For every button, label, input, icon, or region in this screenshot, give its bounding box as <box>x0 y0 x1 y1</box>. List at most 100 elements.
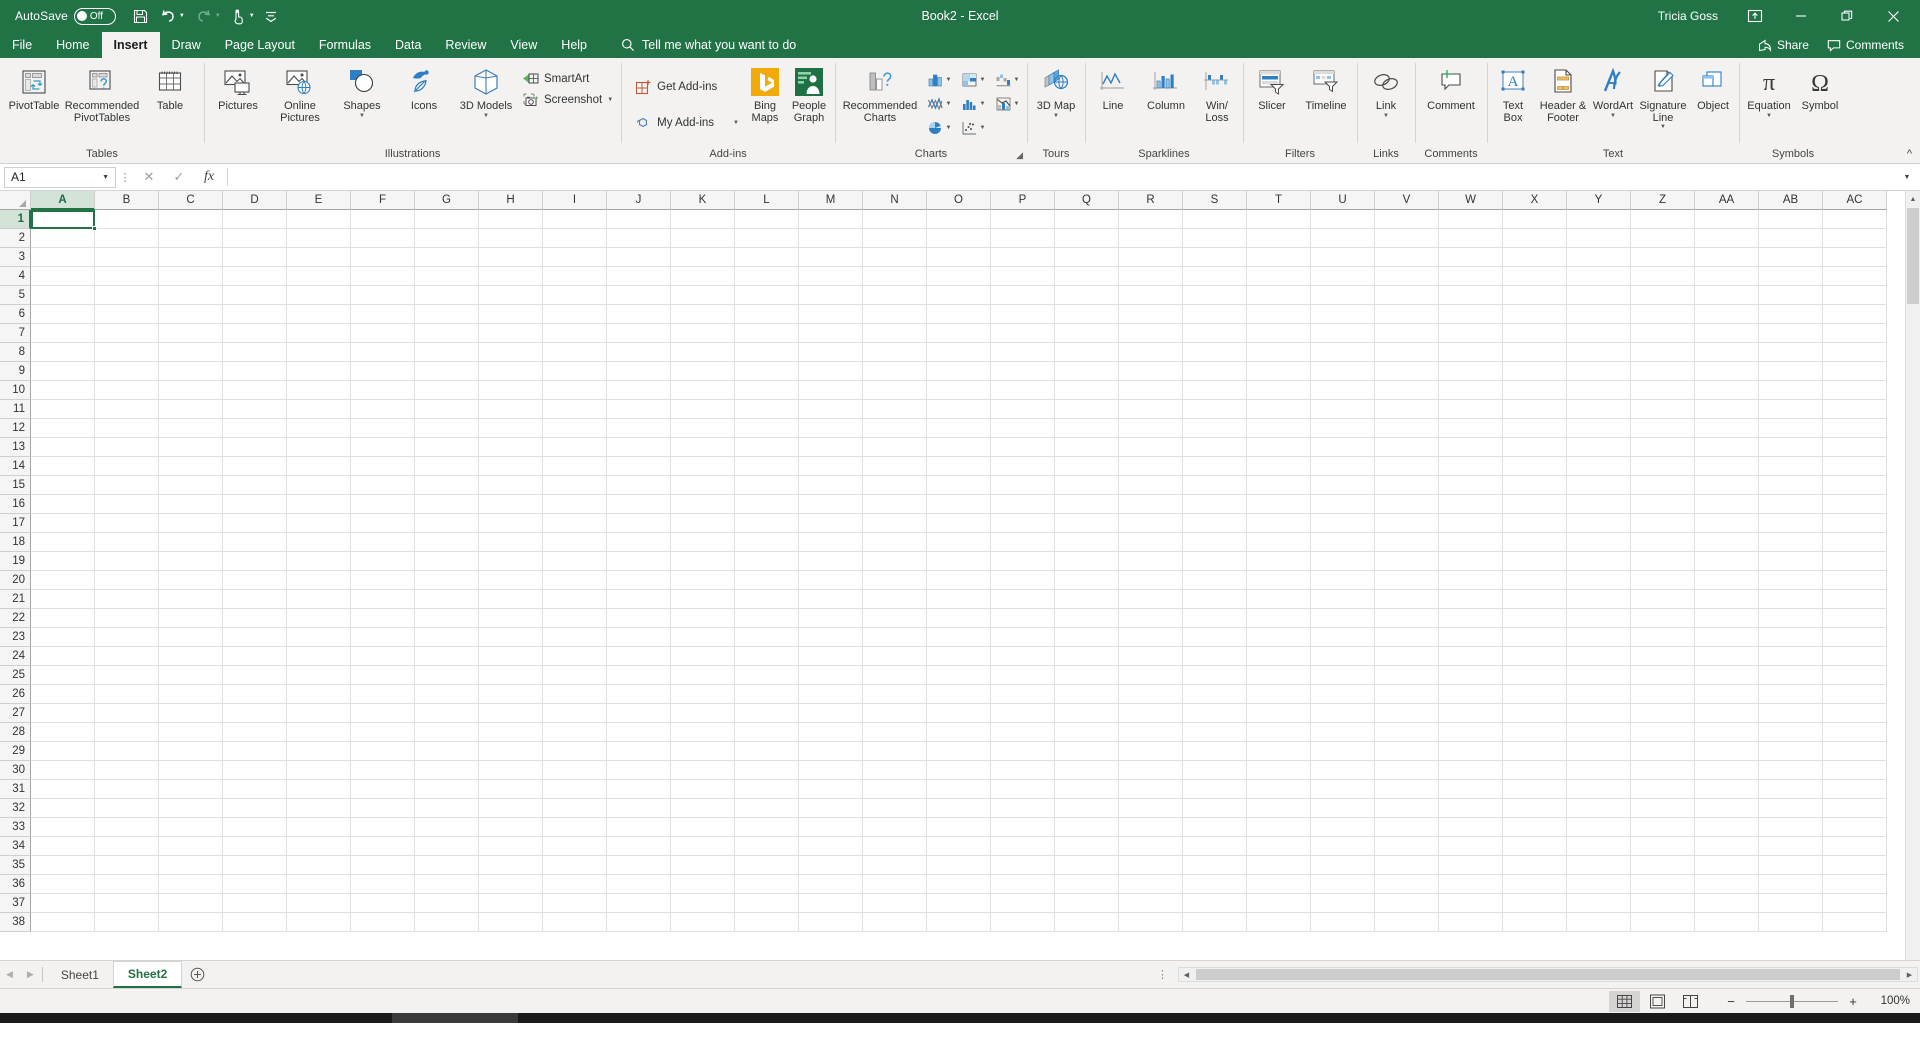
cell-M18[interactable] <box>799 533 863 552</box>
cell-B10[interactable] <box>95 381 159 400</box>
insert-function-button[interactable]: fx <box>194 166 224 188</box>
cell-I26[interactable] <box>543 685 607 704</box>
cell-V27[interactable] <box>1375 704 1439 723</box>
cell-O27[interactable] <box>927 704 991 723</box>
cell-C12[interactable] <box>159 419 223 438</box>
cell-C14[interactable] <box>159 457 223 476</box>
cell-H21[interactable] <box>479 590 543 609</box>
cell-W34[interactable] <box>1439 837 1503 856</box>
cell-N37[interactable] <box>863 894 927 913</box>
cell-U27[interactable] <box>1311 704 1375 723</box>
page-break-preview-button[interactable] <box>1675 991 1706 1012</box>
ribbon-tab-data[interactable]: Data <box>383 32 433 58</box>
cell-G23[interactable] <box>415 628 479 647</box>
cell-T18[interactable] <box>1247 533 1311 552</box>
cell-AA16[interactable] <box>1695 495 1759 514</box>
cell-AA21[interactable] <box>1695 590 1759 609</box>
cell-W14[interactable] <box>1439 457 1503 476</box>
cell-O30[interactable] <box>927 761 991 780</box>
cell-F29[interactable] <box>351 742 415 761</box>
row-header-34[interactable]: 34 <box>0 837 31 856</box>
cell-A37[interactable] <box>31 894 95 913</box>
cell-D34[interactable] <box>223 837 287 856</box>
cell-D5[interactable] <box>223 286 287 305</box>
cell-M19[interactable] <box>799 552 863 571</box>
scroll-right-icon[interactable]: ▶ <box>1902 971 1917 979</box>
cell-M29[interactable] <box>799 742 863 761</box>
cell-T13[interactable] <box>1247 438 1311 457</box>
cell-F11[interactable] <box>351 400 415 419</box>
scatter-chart-caret-icon[interactable]: ▼ <box>980 125 986 131</box>
cell-G12[interactable] <box>415 419 479 438</box>
cell-S30[interactable] <box>1183 761 1247 780</box>
cell-AB17[interactable] <box>1759 514 1823 533</box>
cell-P6[interactable] <box>991 305 1055 324</box>
cell-K27[interactable] <box>671 704 735 723</box>
cell-S36[interactable] <box>1183 875 1247 894</box>
cell-W29[interactable] <box>1439 742 1503 761</box>
cell-T38[interactable] <box>1247 913 1311 932</box>
row-header-26[interactable]: 26 <box>0 685 31 704</box>
cell-A8[interactable] <box>31 343 95 362</box>
cell-V20[interactable] <box>1375 571 1439 590</box>
cell-T29[interactable] <box>1247 742 1311 761</box>
column-header-E[interactable]: E <box>287 191 351 210</box>
cell-F23[interactable] <box>351 628 415 647</box>
cell-R26[interactable] <box>1119 685 1183 704</box>
cell-N14[interactable] <box>863 457 927 476</box>
cell-F2[interactable] <box>351 229 415 248</box>
cell-D11[interactable] <box>223 400 287 419</box>
cell-O10[interactable] <box>927 381 991 400</box>
screenshot-dropdown-caret-icon[interactable]: ▼ <box>607 97 613 103</box>
cell-B5[interactable] <box>95 286 159 305</box>
cell-X30[interactable] <box>1503 761 1567 780</box>
cell-Y11[interactable] <box>1567 400 1631 419</box>
cell-O11[interactable] <box>927 400 991 419</box>
cell-AA13[interactable] <box>1695 438 1759 457</box>
cell-K29[interactable] <box>671 742 735 761</box>
cell-P25[interactable] <box>991 666 1055 685</box>
cell-G2[interactable] <box>415 229 479 248</box>
cell-X8[interactable] <box>1503 343 1567 362</box>
cell-O4[interactable] <box>927 267 991 286</box>
cell-N16[interactable] <box>863 495 927 514</box>
cell-Z29[interactable] <box>1631 742 1695 761</box>
cell-K15[interactable] <box>671 476 735 495</box>
cell-H35[interactable] <box>479 856 543 875</box>
cell-M31[interactable] <box>799 780 863 799</box>
cell-U14[interactable] <box>1311 457 1375 476</box>
cell-Y30[interactable] <box>1567 761 1631 780</box>
cell-J5[interactable] <box>607 286 671 305</box>
cell-V34[interactable] <box>1375 837 1439 856</box>
cell-E37[interactable] <box>287 894 351 913</box>
cell-N21[interactable] <box>863 590 927 609</box>
sparkline-line-button[interactable]: Line <box>1088 62 1138 113</box>
cell-P28[interactable] <box>991 723 1055 742</box>
cell-M37[interactable] <box>799 894 863 913</box>
cell-V7[interactable] <box>1375 324 1439 343</box>
cell-I2[interactable] <box>543 229 607 248</box>
cell-X6[interactable] <box>1503 305 1567 324</box>
charts-dialog-launcher[interactable]: ◢ <box>1016 150 1023 161</box>
cell-A25[interactable] <box>31 666 95 685</box>
cell-X5[interactable] <box>1503 286 1567 305</box>
cell-Y5[interactable] <box>1567 286 1631 305</box>
cell-A13[interactable] <box>31 438 95 457</box>
cell-P2[interactable] <box>991 229 1055 248</box>
cell-E38[interactable] <box>287 913 351 932</box>
my-addins-dropdown-caret-icon[interactable]: ▼ <box>733 120 739 126</box>
cell-H17[interactable] <box>479 514 543 533</box>
cell-AC3[interactable] <box>1823 248 1887 267</box>
row-header-28[interactable]: 28 <box>0 723 31 742</box>
cell-W17[interactable] <box>1439 514 1503 533</box>
cell-E28[interactable] <box>287 723 351 742</box>
cell-B22[interactable] <box>95 609 159 628</box>
cell-S25[interactable] <box>1183 666 1247 685</box>
cell-P15[interactable] <box>991 476 1055 495</box>
cell-A14[interactable] <box>31 457 95 476</box>
cell-F30[interactable] <box>351 761 415 780</box>
cell-Z28[interactable] <box>1631 723 1695 742</box>
cell-D16[interactable] <box>223 495 287 514</box>
cell-E2[interactable] <box>287 229 351 248</box>
cell-Z9[interactable] <box>1631 362 1695 381</box>
